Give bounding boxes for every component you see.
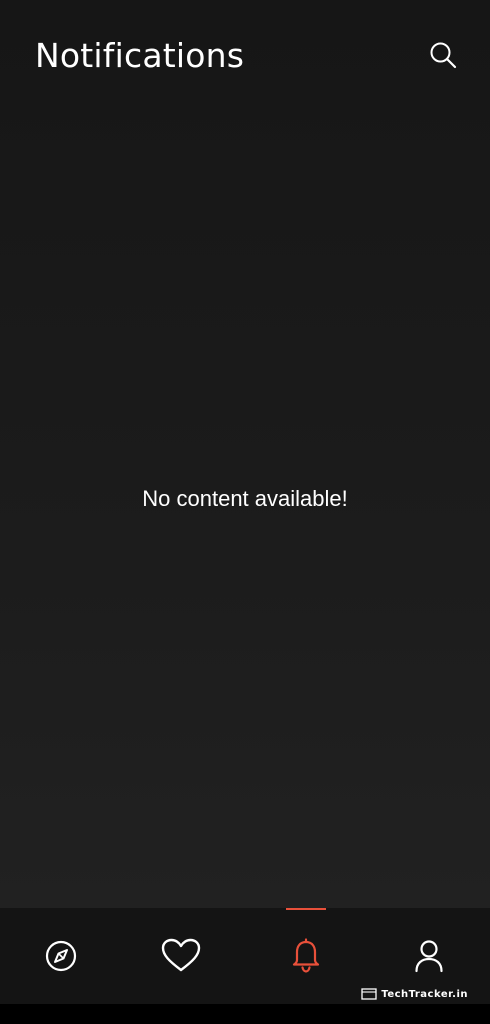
notifications-screen: Notifications No content available! Tech… bbox=[0, 0, 490, 1024]
bell-icon bbox=[292, 938, 320, 973]
active-tab-indicator bbox=[286, 908, 326, 910]
user-icon bbox=[415, 940, 443, 973]
system-bar bbox=[0, 1004, 490, 1024]
search-icon bbox=[430, 42, 457, 69]
empty-state-message: No content available! bbox=[142, 486, 348, 511]
header: Notifications bbox=[0, 0, 490, 110]
compass-icon bbox=[45, 940, 77, 972]
nav-item-explore[interactable] bbox=[0, 908, 122, 1004]
heart-icon bbox=[161, 938, 201, 972]
nav-item-favorites[interactable] bbox=[120, 908, 242, 1004]
watermark-text: TechTracker.in bbox=[381, 988, 468, 1000]
search-button[interactable] bbox=[424, 36, 462, 74]
page-title: Notifications bbox=[35, 36, 245, 75]
browser-window-icon bbox=[361, 988, 377, 1000]
nav-item-notifications[interactable] bbox=[245, 908, 367, 1004]
watermark: TechTracker.in bbox=[361, 988, 468, 1000]
